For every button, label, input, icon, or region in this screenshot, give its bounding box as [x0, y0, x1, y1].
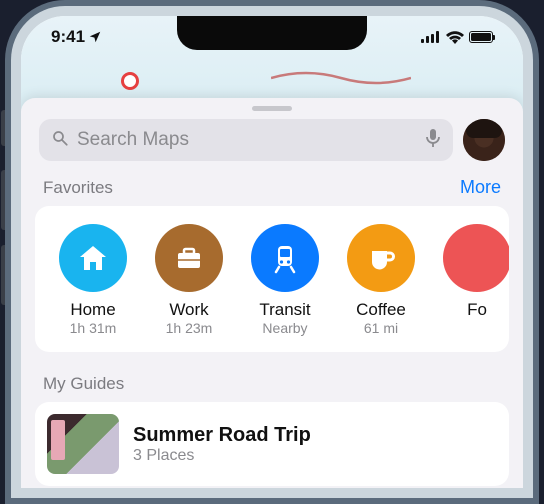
- favorites-card: Home 1h 31m Work: [35, 206, 509, 352]
- volume-up-button: [1, 170, 5, 230]
- favorite-label: Work: [169, 300, 208, 320]
- home-icon: [59, 224, 127, 292]
- search-icon: [51, 129, 69, 152]
- profile-avatar[interactable]: [463, 119, 505, 161]
- sheet-grabber[interactable]: [252, 106, 292, 111]
- map-pin-icon: [121, 72, 139, 90]
- guide-subtitle: 3 Places: [133, 447, 311, 465]
- coffee-cup-icon: [347, 224, 415, 292]
- favorite-transit[interactable]: Transit Nearby: [249, 224, 321, 336]
- guides-heading: My Guides: [43, 374, 124, 394]
- notch: [177, 16, 367, 50]
- favorite-label: Fo: [467, 300, 487, 320]
- food-icon: [443, 224, 509, 292]
- favorite-label: Coffee: [356, 300, 406, 320]
- favorites-more-link[interactable]: More: [460, 177, 501, 198]
- favorite-label: Transit: [259, 300, 310, 320]
- search-sheet: Search Maps: [21, 98, 523, 488]
- guide-thumbnail: [47, 414, 119, 474]
- side-button: [1, 110, 5, 146]
- favorite-sub: 61 mi: [364, 320, 398, 336]
- microphone-icon[interactable]: [425, 128, 441, 153]
- device-frame-outer: 9:41: [5, 0, 539, 504]
- favorite-label: Home: [70, 300, 115, 320]
- favorite-work[interactable]: Work 1h 23m: [153, 224, 225, 336]
- guide-title: Summer Road Trip: [133, 424, 311, 447]
- favorite-partial[interactable]: Fo: [441, 224, 509, 336]
- train-icon: [251, 224, 319, 292]
- search-placeholder: Search Maps: [77, 129, 417, 151]
- favorite-sub: Nearby: [262, 320, 307, 336]
- favorites-heading: Favorites: [43, 178, 113, 198]
- status-time: 9:41: [51, 27, 85, 47]
- device-frame: 9:41: [11, 6, 533, 498]
- map-road: [271, 68, 411, 88]
- screen: 9:41: [21, 16, 523, 488]
- favorites-strip[interactable]: Home 1h 31m Work: [37, 224, 507, 336]
- search-input[interactable]: Search Maps: [39, 119, 453, 161]
- wifi-icon: [446, 31, 464, 44]
- favorite-sub: 1h 31m: [70, 320, 117, 336]
- volume-down-button: [1, 245, 5, 305]
- favorite-coffee[interactable]: Coffee 61 mi: [345, 224, 417, 336]
- favorite-home[interactable]: Home 1h 31m: [57, 224, 129, 336]
- guide-item[interactable]: Summer Road Trip 3 Places: [35, 402, 509, 486]
- cellular-icon: [421, 31, 441, 43]
- location-icon: [88, 30, 102, 44]
- briefcase-icon: [155, 224, 223, 292]
- battery-icon: [469, 31, 493, 43]
- favorite-sub: 1h 23m: [166, 320, 213, 336]
